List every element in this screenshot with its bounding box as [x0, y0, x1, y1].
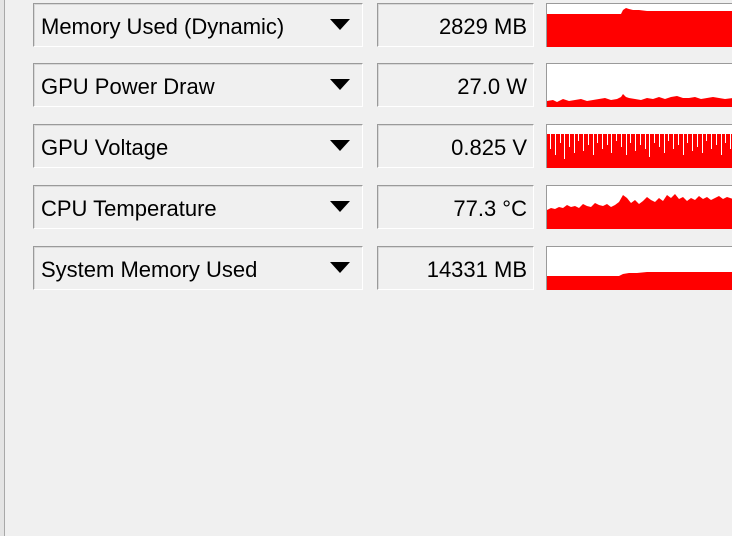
chevron-down-icon[interactable] [330, 140, 350, 151]
sensor-value-box: 2829 MB [377, 3, 534, 47]
sensor-value-box: 14331 MB [377, 246, 534, 290]
chevron-down-icon[interactable] [330, 19, 350, 30]
sensor-value: 77.3 °C [453, 196, 527, 221]
sensor-value: 2829 MB [438, 14, 527, 39]
sensor-value: 14331 MB [426, 257, 527, 282]
sensor-select-cpu-temperature[interactable]: CPU Temperature [33, 185, 363, 229]
sensor-value: 27.0 W [457, 74, 527, 99]
sensor-value-box: 0.825 V [377, 124, 534, 168]
sensor-select-memory-used-dynamic[interactable]: Memory Used (Dynamic) [33, 3, 363, 47]
sensor-graph-cpu-temperature [546, 185, 732, 229]
sensor-label: GPU Power Draw [41, 74, 215, 99]
graph-svg [547, 8, 732, 47]
sensor-row-system-memory-used: System Memory Used 14331 MB [0, 246, 732, 292]
graph-fill [547, 8, 732, 47]
graph-fill [547, 94, 732, 107]
chevron-down-icon[interactable] [330, 201, 350, 212]
sensor-row-gpu-voltage: GPU Voltage 0.825 V [0, 124, 732, 170]
sensor-graph-memory-used-dynamic [546, 3, 732, 47]
sensor-value-box: 27.0 W [377, 63, 534, 107]
graph-fill [547, 194, 732, 229]
sensor-label: Memory Used (Dynamic) [41, 14, 285, 39]
sensor-row-gpu-power-draw: GPU Power Draw 27.0 W [0, 63, 732, 109]
sensor-graph-gpu-power-draw [546, 63, 732, 107]
sensor-row-memory-used-dynamic: Memory Used (Dynamic) 2829 MB [0, 3, 732, 49]
graph-svg [547, 194, 732, 229]
sensor-label: System Memory Used [41, 257, 258, 282]
sensor-select-gpu-power-draw[interactable]: GPU Power Draw [33, 63, 363, 107]
graph-svg [547, 125, 732, 168]
sensor-label: CPU Temperature [41, 196, 217, 221]
graph-svg [547, 94, 732, 107]
graph-svg [547, 272, 732, 290]
sensor-row-cpu-temperature: CPU Temperature 77.3 °C [0, 185, 732, 231]
sensor-label: GPU Voltage [41, 135, 169, 160]
sensor-graph-gpu-voltage [546, 124, 732, 168]
sensor-select-gpu-voltage[interactable]: GPU Voltage [33, 124, 363, 168]
sensor-graph-system-memory-used [546, 246, 732, 290]
chevron-down-icon[interactable] [330, 262, 350, 273]
sensor-select-system-memory-used[interactable]: System Memory Used [33, 246, 363, 290]
sensor-value: 0.825 V [451, 135, 527, 160]
chevron-down-icon[interactable] [330, 79, 350, 90]
graph-fill [547, 272, 732, 290]
sensor-value-box: 77.3 °C [377, 185, 534, 229]
